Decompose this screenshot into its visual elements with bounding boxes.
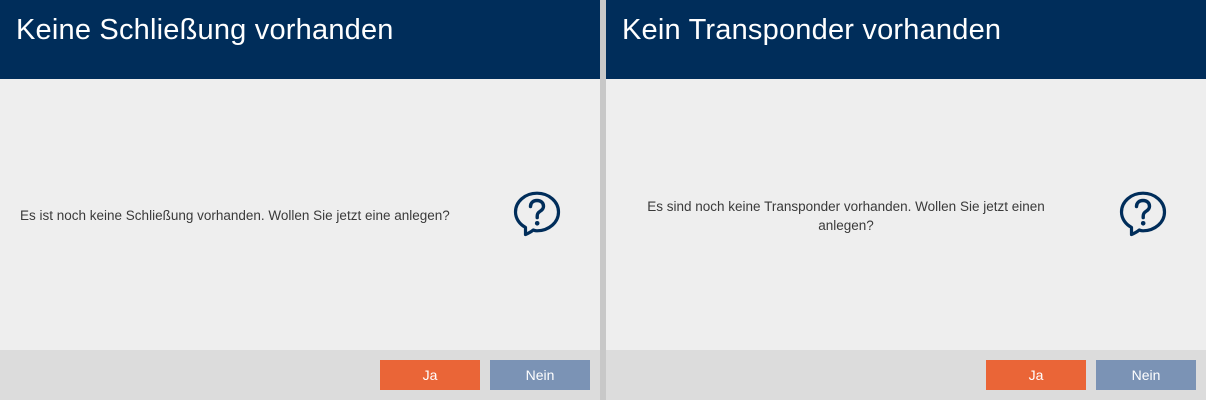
no-button[interactable]: Nein [1096,360,1196,390]
dialog-no-lock: Keine Schließung vorhanden Es ist noch k… [0,0,600,400]
question-bubble-icon [511,188,563,240]
yes-button[interactable]: Ja [986,360,1086,390]
dialog-title: Kein Transponder vorhanden [622,14,1002,46]
dialog-message: Es ist noch keine Schließung vorhanden. … [20,208,450,223]
dialog-footer: Ja Nein [606,350,1206,400]
dialog-body: Es sind noch keine Transponder vorhanden… [606,79,1206,350]
dialog-body: Es ist noch keine Schließung vorhanden. … [0,79,600,350]
yes-button[interactable]: Ja [380,360,480,390]
question-bubble-icon [1117,188,1169,240]
screen: Keine Schließung vorhanden Es ist noch k… [0,0,1206,400]
dialog-no-transponder: Kein Transponder vorhanden Es sind noch … [606,0,1206,400]
dialog-message: Es sind noch keine Transponder vorhanden… [647,199,1045,233]
dialog-header: Kein Transponder vorhanden [606,0,1206,79]
dialog-footer: Ja Nein [0,350,600,400]
no-button[interactable]: Nein [490,360,590,390]
dialog-title: Keine Schließung vorhanden [16,14,394,46]
dialog-header: Keine Schließung vorhanden [0,0,600,79]
